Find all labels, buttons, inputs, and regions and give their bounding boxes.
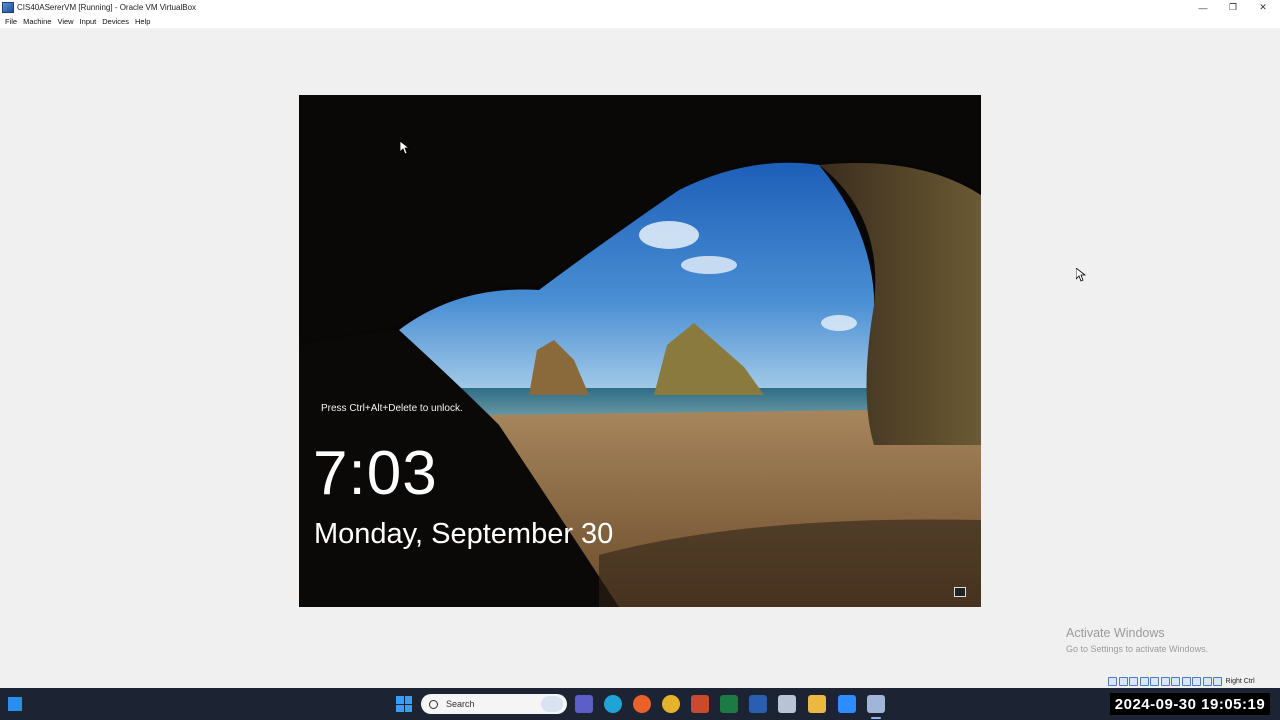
widgets-icon[interactable] bbox=[8, 697, 22, 711]
maximize-button[interactable]: ❐ bbox=[1218, 0, 1248, 15]
active-app-indicator bbox=[871, 717, 881, 719]
start-button[interactable] bbox=[396, 696, 412, 712]
vbox-status-bar: Right Ctrl bbox=[1108, 675, 1255, 687]
watermark-subtitle: Go to Settings to activate Windows. bbox=[1066, 644, 1209, 654]
recording-icon[interactable] bbox=[1181, 676, 1191, 686]
usb-icon[interactable] bbox=[1150, 676, 1159, 686]
recording-timestamp: 2024-09-30 19:05:19 bbox=[1110, 693, 1270, 715]
audio-icon[interactable] bbox=[1129, 676, 1138, 686]
mouse-pointer-icon bbox=[400, 141, 410, 155]
virtualbox-icon bbox=[2, 2, 14, 13]
close-button[interactable]: ✕ bbox=[1248, 0, 1278, 15]
unlock-hint: Press Ctrl+Alt+Delete to unlock. bbox=[321, 403, 463, 414]
lock-date: Monday, September 30 bbox=[314, 518, 614, 550]
taskbar-search[interactable]: Search bbox=[421, 694, 567, 714]
minimize-button[interactable]: — bbox=[1188, 0, 1218, 15]
mouse-integration-icon[interactable] bbox=[1202, 676, 1212, 686]
chrome-icon[interactable] bbox=[662, 695, 680, 713]
firefox-icon[interactable] bbox=[633, 695, 651, 713]
display-icon[interactable] bbox=[1171, 676, 1180, 686]
vm-display[interactable]: Press Ctrl+Alt+Delete to unlock. 7:03 Mo… bbox=[299, 95, 981, 607]
taskbar: Search bbox=[0, 688, 1280, 720]
excel-icon[interactable] bbox=[720, 695, 738, 713]
watermark-title: Activate Windows bbox=[1066, 626, 1165, 640]
activate-windows-watermark: Activate Windows Go to Settings to activ… bbox=[1066, 626, 1208, 654]
host-pointer-icon bbox=[1076, 268, 1086, 282]
menu-machine[interactable]: Machine bbox=[23, 17, 51, 26]
menu-file[interactable]: File bbox=[5, 17, 17, 26]
shared-folders-icon[interactable] bbox=[1160, 676, 1170, 686]
network-icon[interactable] bbox=[1139, 676, 1149, 686]
menu-devices[interactable]: Devices bbox=[102, 17, 129, 26]
keyboard-capture-icon[interactable] bbox=[1213, 676, 1222, 686]
teams-icon[interactable] bbox=[575, 695, 593, 713]
host-key-label: Right Ctrl bbox=[1225, 677, 1255, 685]
window-title: CIS40ASererVM [Running] - Oracle VM Virt… bbox=[17, 3, 197, 12]
hard-disk-icon[interactable] bbox=[1108, 676, 1117, 686]
search-icon bbox=[429, 699, 438, 709]
file-explorer-icon[interactable] bbox=[808, 695, 826, 713]
title-bar: CIS40ASererVM [Running] - Oracle VM Virt… bbox=[0, 0, 1280, 15]
search-label: Search bbox=[446, 699, 475, 709]
edge-icon[interactable] bbox=[604, 695, 622, 713]
accessibility-icon[interactable] bbox=[954, 587, 966, 597]
virtualbox-cube-icon[interactable] bbox=[778, 695, 796, 713]
optical-drive-icon[interactable] bbox=[1118, 676, 1128, 686]
powerpoint-icon[interactable] bbox=[691, 695, 709, 713]
menu-input[interactable]: Input bbox=[80, 17, 97, 26]
virtualbox-running-icon[interactable] bbox=[867, 695, 885, 713]
menu-view[interactable]: View bbox=[57, 17, 73, 26]
search-highlight-icon bbox=[541, 696, 563, 712]
word-icon[interactable] bbox=[749, 695, 767, 713]
menu-help[interactable]: Help bbox=[135, 17, 150, 26]
cpu-icon[interactable] bbox=[1192, 676, 1201, 686]
menu-bar: File Machine View Input Devices Help bbox=[0, 15, 1280, 29]
lock-clock: 7:03 bbox=[313, 439, 438, 508]
zoom-icon[interactable] bbox=[838, 695, 856, 713]
